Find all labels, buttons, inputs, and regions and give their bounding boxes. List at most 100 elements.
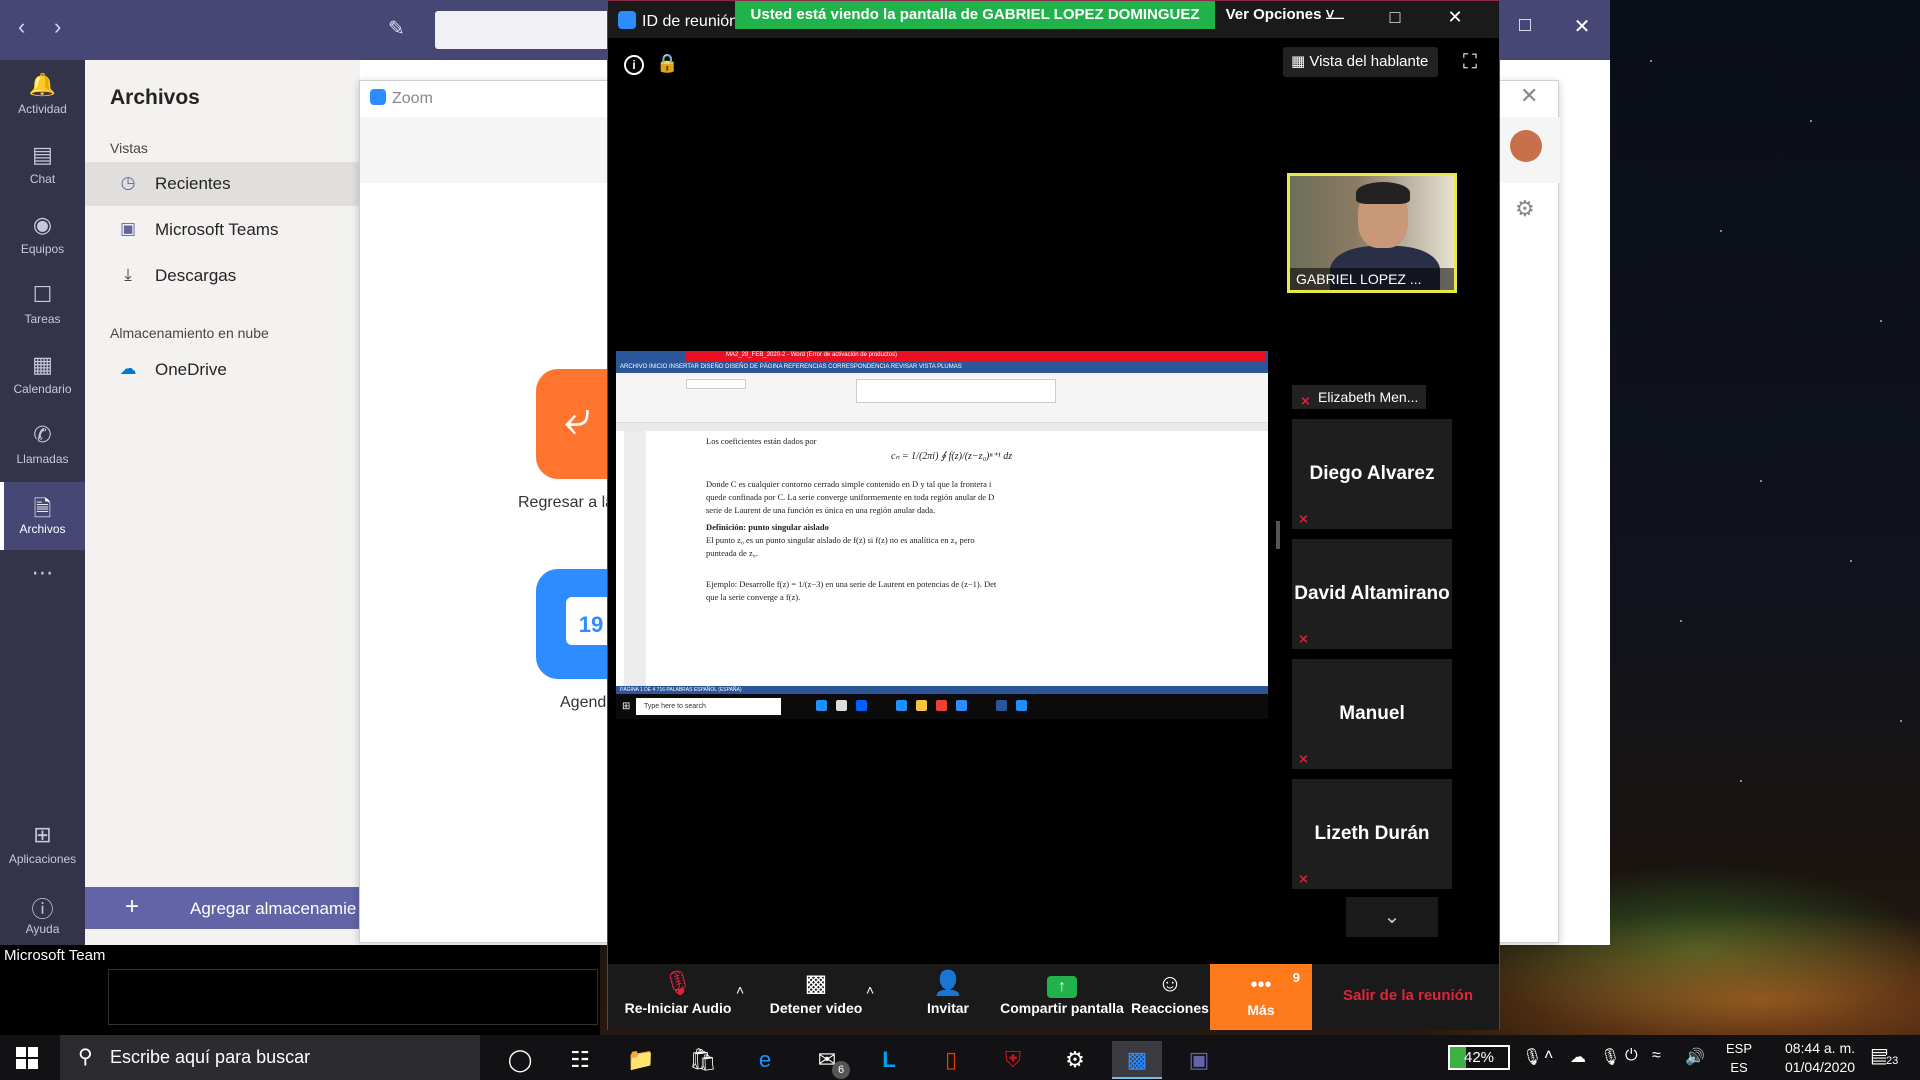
zoom-logo-icon [370,89,386,105]
shared-screen[interactable]: MA2_28_FEB_2020-2 - Word (Error de activ… [616,351,1268,719]
wifi-icon[interactable]: ≈ [1652,1047,1661,1065]
star [1900,720,1902,722]
rail-item-calendar[interactable]: ▦ Calendario [0,342,85,410]
participant-tile[interactable]: Lizeth Durán ⨯ [1292,779,1452,889]
rail-item-help[interactable]: ⓘ Ayuda [0,882,85,950]
files-item-recent[interactable]: ◷ Recientes [85,162,360,206]
search-input[interactable] [435,11,615,49]
participant-label[interactable]: ⨯ Elizabeth Men... [1292,385,1427,409]
office-icon[interactable]: ▯ [926,1041,976,1079]
fullscreen-icon[interactable]: ⛶ [1463,51,1477,74]
participant-tile[interactable]: Diego Alvarez ⨯ [1292,419,1452,529]
participant-tile[interactable]: David Altamirano ⨯ [1292,539,1452,649]
info-icon[interactable]: i [624,55,644,75]
rail-item-files[interactable]: 🗎 Archivos [0,482,85,550]
rail-item-teams[interactable]: ◉ Equipos [0,202,85,270]
maximize-icon[interactable]: □ [1510,14,1540,37]
more-apps-button[interactable]: ⋯ [0,560,85,600]
volume-icon[interactable]: 🔊 [1685,1047,1705,1067]
star [1850,560,1852,562]
lock-icon[interactable]: 🔒 [656,53,678,74]
scroll-down-button[interactable]: ⌄ [1346,897,1438,937]
notification-center-icon[interactable]: ▤ 23 [1870,1043,1904,1073]
cloud-icon[interactable]: ☁ [1570,1047,1586,1067]
panel-resize-handle[interactable] [1276,521,1280,549]
star [1680,620,1682,622]
power-icon[interactable]: ⏻ [1625,1047,1638,1065]
plus-icon: + [125,893,140,920]
zoom-home-close-icon[interactable]: ✕ [1520,83,1538,109]
files-item-downloads[interactable]: ⤓ Descargas [85,254,360,298]
close-icon[interactable]: ✕ [1567,14,1597,39]
mcafee-icon[interactable]: ⛨ [988,1041,1038,1079]
speaker-view-button[interactable]: ▦ Vista del hablante [1283,47,1438,77]
video-button[interactable]: ▩ Detener video [756,964,876,1030]
star [1810,120,1812,122]
mic-icon[interactable]: 🎙 [1600,1047,1620,1067]
download-icon: ⤓ [124,265,132,284]
clock[interactable]: 08:44 a. m. 01/04/2020 [1770,1039,1870,1077]
word-ribbon-tabs: ARCHIVO INICIO INSERTAR DISEÑO DISEÑO DE… [616,361,1268,373]
battery-indicator[interactable]: 42% [1448,1045,1510,1070]
add-storage-button[interactable]: + Agregar almacenamie [85,887,360,929]
language-indicator[interactable]: ESP ES [1726,1039,1752,1077]
minimize-icon[interactable]: — [1305,7,1365,28]
app-l-icon[interactable]: L [864,1041,914,1079]
chevron-up-icon[interactable]: ˄ [1544,1047,1553,1065]
mail-icon[interactable]: ✉ 6 [802,1041,852,1079]
zoom-taskbar-icon[interactable]: ▩ [1112,1041,1162,1079]
meeting-title: ID de reunión [618,11,738,31]
remote-taskbar: ⊞ Type here to search [616,694,1268,719]
rail-item-activity[interactable]: 🔔 Actividad [0,62,85,130]
invite-button[interactable]: 👤 Invitar [908,964,988,1030]
files-item-onedrive[interactable]: ☁ OneDrive [85,348,360,392]
word-ribbon [616,373,1268,423]
teams-notification: Microsoft Team [0,945,600,1035]
edge-icon[interactable]: e [740,1041,790,1079]
participant-tile[interactable]: Manuel ⨯ [1292,659,1452,769]
close-icon[interactable]: ✕ [1425,7,1485,28]
audio-options-caret[interactable]: ˄ [736,982,744,998]
leave-meeting-button[interactable]: Salir de la reunión [1328,987,1488,1004]
maximize-icon[interactable]: □ [1365,7,1425,28]
more-badge: 9 [1292,970,1300,985]
rail-item-chat[interactable]: ▤ Chat [0,132,85,200]
star [1740,780,1742,782]
bell-icon: 🔔 [28,72,57,97]
rail-item-apps[interactable]: ⊞ Aplicaciones [0,812,85,880]
search-icon: ⚲ [78,1046,93,1068]
avatar[interactable] [1510,130,1542,162]
settings-icon[interactable]: ⚙ [1050,1041,1100,1079]
notification-content[interactable] [108,969,598,1025]
file-explorer-icon[interactable]: 📁 [616,1041,666,1079]
star [1760,480,1762,482]
taskbar-search-input[interactable]: ⚲ Escribe aquí para buscar [60,1035,480,1080]
rail-item-calls[interactable]: ✆ Llamadas [0,412,85,480]
more-button[interactable]: ••• Más 9 [1210,964,1312,1030]
teams-taskbar-icon[interactable]: ▣ [1174,1041,1224,1079]
active-speaker-video[interactable]: GABRIEL LOPEZ ... [1287,173,1457,293]
cortana-icon[interactable]: ◯ [495,1041,545,1079]
compose-icon[interactable]: ✎ [388,16,412,40]
forward-icon[interactable]: › [54,14,61,40]
meeting-titlebar: ID de reunión Usted está viendo la panta… [608,1,1499,38]
app-rail: 🔔 Actividad ▤ Chat ◉ Equipos ☐ Tareas ▦ … [0,60,85,945]
windows-start-button[interactable] [16,1047,38,1069]
star [1880,320,1882,322]
share-screen-button[interactable]: ↑ Compartir pantalla [992,964,1132,1030]
teams-logo-icon: ▣ [119,219,137,238]
reactions-button[interactable]: ☺ Reacciones [1130,964,1210,1030]
back-arrow-icon: ⤶ [564,392,591,445]
mic-icon[interactable]: 🎙 [1522,1047,1542,1067]
task-view-icon[interactable]: ☷ [555,1041,605,1079]
store-icon[interactable]: 🛍 [678,1041,728,1079]
tasks-icon: ☐ [32,282,53,307]
back-icon[interactable]: ‹ [18,14,25,40]
files-item-teams[interactable]: ▣ Microsoft Teams [85,208,360,252]
video-options-caret[interactable]: ˄ [866,982,874,998]
meeting-toolbar: 🎙 Re-Iniciar Audio ˄ ▩ Detener video ˄ 👤… [608,964,1499,1030]
rail-item-tasks[interactable]: ☐ Tareas [0,272,85,340]
audio-button[interactable]: 🎙 Re-Iniciar Audio [612,964,744,1030]
gear-icon[interactable]: ⚙ [1515,196,1535,222]
apps-icon: ⊞ [33,822,52,847]
